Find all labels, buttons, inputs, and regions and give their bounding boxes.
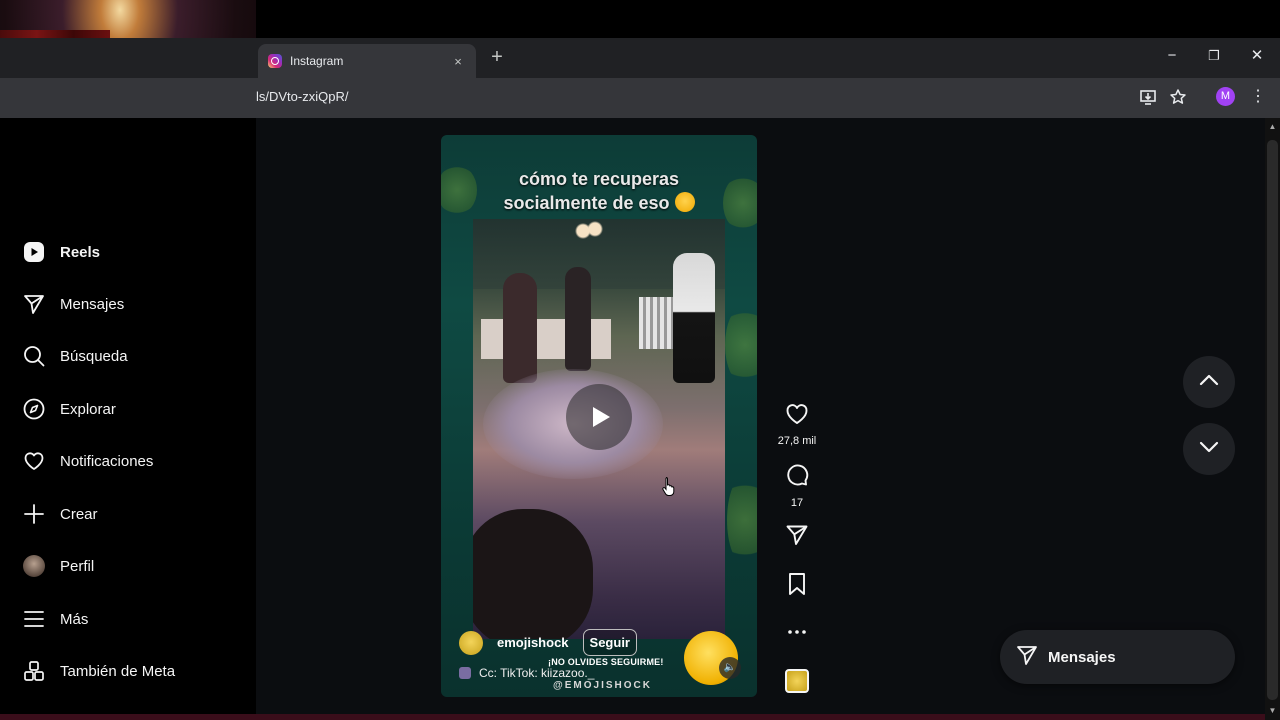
- sidebar-item-reels[interactable]: Reels: [22, 236, 242, 268]
- like-count: 27,8 mil: [777, 435, 817, 447]
- instagram-sidebar: Reels Mensajes Búsqueda Explorar Notific…: [0, 118, 256, 720]
- meta-apps-icon: [22, 659, 46, 683]
- sidebar-item-profile[interactable]: Perfil: [22, 550, 242, 582]
- video-party-table: [481, 319, 611, 359]
- sidebar-item-label: Búsqueda: [60, 347, 128, 365]
- compass-icon: [22, 397, 46, 421]
- browser-tab-instagram[interactable]: Instagram ×: [258, 44, 476, 78]
- author-username[interactable]: emojishock: [497, 635, 569, 650]
- caption-line-2-text: socialmente de eso: [503, 193, 670, 213]
- video-dancer: [673, 253, 715, 383]
- send-icon: [22, 292, 46, 316]
- reels-icon: [22, 240, 46, 264]
- heart-icon: [22, 449, 46, 473]
- caption-line-2: socialmente de eso: [441, 191, 757, 215]
- more-options-action[interactable]: [775, 622, 819, 647]
- scroll-down-arrow-icon[interactable]: ▼: [1265, 706, 1280, 715]
- sidebar-item-also-from-meta[interactable]: También de Meta: [22, 655, 242, 687]
- bookmark-star-icon[interactable]: [1168, 88, 1188, 108]
- send-icon: [1016, 644, 1038, 671]
- messages-label: Mensajes: [1048, 648, 1116, 666]
- sidebar-item-label: Crear: [60, 505, 98, 523]
- sidebar-item-label: Notificaciones: [60, 452, 154, 470]
- address-bar[interactable]: ls/DVto-zxiQpR/: [256, 89, 348, 104]
- comment-icon[interactable]: [785, 463, 809, 492]
- laughing-emoji-icon: [674, 192, 695, 212]
- hand-cursor-icon: [662, 477, 675, 496]
- reel-player[interactable]: cómo te recuperas socialmente de eso emo…: [441, 135, 757, 697]
- audio-track-thumbnail[interactable]: [785, 669, 809, 693]
- minimize-button[interactable]: −: [1162, 46, 1182, 66]
- install-app-icon[interactable]: [1138, 88, 1158, 108]
- previous-reel-button[interactable]: [1183, 356, 1235, 408]
- audio-source-icon: [459, 667, 471, 679]
- tab-title: Instagram: [290, 54, 344, 68]
- chevron-up-icon: [1198, 373, 1220, 392]
- new-tab-button[interactable]: +: [486, 45, 508, 69]
- avatar: [22, 554, 46, 578]
- decorative-emoji: [727, 475, 757, 565]
- heart-icon[interactable]: [785, 403, 809, 430]
- comment-action[interactable]: 17: [775, 463, 819, 509]
- page-scrollbar[interactable]: ▲ ▼: [1265, 118, 1280, 720]
- taskbar-edge: [0, 714, 1265, 720]
- close-window-button[interactable]: ✕: [1247, 46, 1267, 66]
- follow-button[interactable]: Seguir: [582, 629, 637, 656]
- play-icon: [593, 407, 610, 427]
- author-avatar[interactable]: [459, 630, 483, 655]
- restore-button[interactable]: ❐: [1204, 46, 1224, 66]
- save-action[interactable]: [775, 572, 819, 601]
- caption-line-1: cómo te recuperas: [518, 169, 680, 189]
- decorative-emoji: [725, 305, 757, 385]
- browser-profile-avatar[interactable]: M: [1216, 87, 1235, 106]
- browser-tabstrip: Instagram × + − ❐ ✕: [0, 38, 1280, 78]
- tab-close-icon[interactable]: ×: [450, 54, 466, 69]
- sidebar-item-label: Reels: [60, 243, 101, 261]
- browser-toolbar: ls/DVto-zxiQpR/: [0, 78, 1280, 118]
- instagram-favicon-icon: [268, 54, 282, 68]
- messages-button[interactable]: Mensajes: [1000, 630, 1235, 684]
- sidebar-item-create[interactable]: Crear: [22, 498, 242, 530]
- sidebar-item-more[interactable]: Más: [22, 603, 242, 635]
- more-dots-icon[interactable]: [786, 622, 808, 647]
- sidebar-item-explore[interactable]: Explorar: [22, 393, 242, 425]
- screen: Instagram × + − ❐ ✕ ls/DVto-zxiQpR/ M ⋮ …: [0, 0, 1280, 720]
- sidebar-item-label: Explorar: [60, 400, 116, 418]
- comment-count: 17: [790, 497, 804, 509]
- like-action[interactable]: 27,8 mil: [775, 403, 819, 447]
- video-person: [503, 273, 537, 383]
- reel-author: emojishock Seguir: [459, 629, 637, 656]
- scroll-thumb[interactable]: [1267, 140, 1278, 700]
- search-icon: [22, 344, 46, 368]
- sidebar-item-label: También de Meta: [60, 662, 176, 680]
- sidebar-item-label: Mensajes: [60, 295, 125, 313]
- scroll-up-arrow-icon[interactable]: ▲: [1265, 122, 1280, 131]
- bookmark-icon[interactable]: [786, 572, 808, 601]
- video-foreground-head: [473, 509, 593, 639]
- play-button[interactable]: [566, 384, 632, 450]
- plus-icon: [22, 502, 46, 526]
- video-watermark-bottom: @EMOJISHOCK: [553, 680, 652, 691]
- share-action[interactable]: [775, 523, 819, 552]
- chevron-down-icon: [1198, 440, 1220, 459]
- reel-subtitle-text[interactable]: Cc: TikTok: kiizazoo._: [479, 666, 594, 680]
- sidebar-item-messages[interactable]: Mensajes: [22, 288, 242, 320]
- sidebar-item-label: Más: [60, 610, 89, 628]
- browser-menu-button[interactable]: ⋮: [1250, 86, 1266, 108]
- sidebar-item-notifications[interactable]: Notificaciones: [22, 445, 242, 477]
- menu-icon: [22, 607, 46, 631]
- send-icon[interactable]: [785, 523, 809, 552]
- sidebar-item-search[interactable]: Búsqueda: [22, 340, 242, 372]
- sidebar-item-label: Perfil: [60, 557, 95, 575]
- next-reel-button[interactable]: [1183, 423, 1235, 475]
- reel-caption: cómo te recuperas socialmente de eso: [441, 167, 757, 215]
- video-person: [565, 267, 591, 371]
- reel-subtitle: Cc: TikTok: kiizazoo._: [459, 666, 594, 680]
- mute-button[interactable]: 🔈: [719, 657, 741, 679]
